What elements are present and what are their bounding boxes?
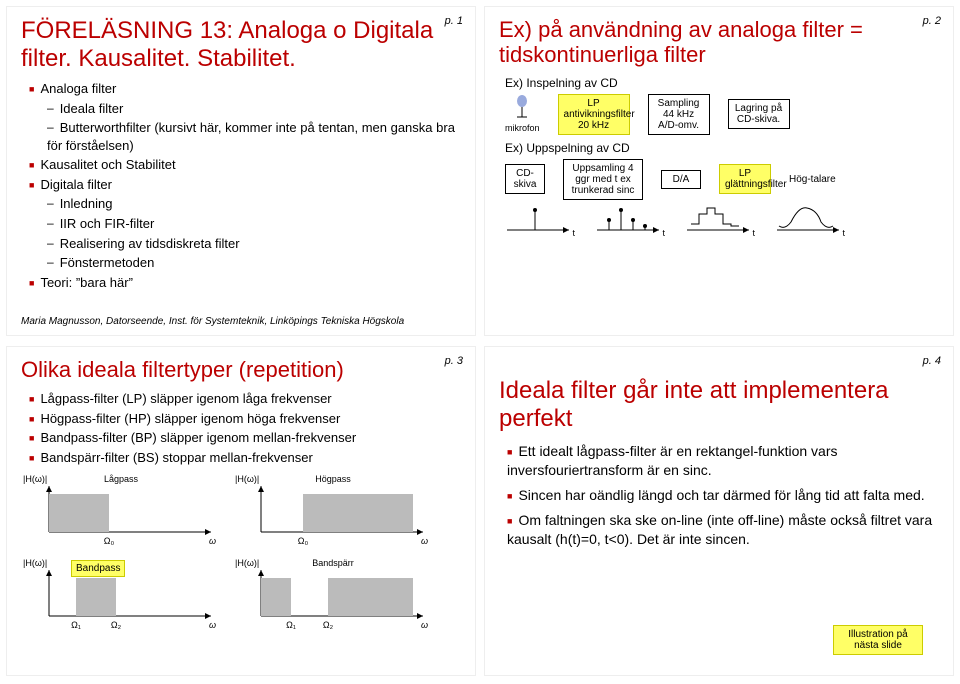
bandpass-label: Bandpass [71, 560, 125, 577]
slide-footer: Maria Magnusson, Datorseende, Inst. för … [21, 316, 404, 327]
svg-text:|H(ω)|: |H(ω)| [23, 474, 47, 484]
list-item: Butterworthfilter (kursivt här, kommer i… [47, 119, 461, 154]
slide-2: p. 2 Ex) på användning av analoga filter… [484, 6, 954, 336]
list-item: Högpass-filter (HP) släpper igenom höga … [29, 410, 461, 428]
svg-text:Ω₂: Ω₂ [111, 620, 122, 630]
list-item: IIR och FIR-filter [47, 215, 461, 233]
list-item: Inledning [47, 195, 461, 213]
svg-text:Bandspärr: Bandspärr [312, 558, 354, 568]
sampling-box: Sampling 44 kHz A/D-omv. [648, 94, 710, 135]
svg-text:ω: ω [209, 620, 216, 630]
playback-chain: CD-skiva Uppsamling 4 ggr med t ex trunk… [505, 159, 939, 200]
example-label: Ex) Uppspelning av CD [505, 141, 939, 155]
svg-text:Lågpass: Lågpass [104, 474, 139, 484]
page-number: p. 2 [923, 15, 941, 27]
list-item: Bandspärr-filter (BS) stoppar mellan-fre… [29, 449, 461, 467]
slide-title: FÖRELÄSNING 13: Analoga o Digitala filte… [21, 17, 461, 72]
highpass-chart: |H(ω)| Högpass Ω₀ ω [233, 472, 433, 550]
list-item: Kausalitet och Stabilitet [29, 156, 461, 174]
impulse-plot: t [505, 204, 575, 236]
filter-grid-2: |H(ω)| Ω₁ Ω₂ ω Bandpass |H(ω)| Bandspärr… [21, 556, 461, 634]
recording-chain: mikrofon LP antivikningsfilter 20 kHz Sa… [505, 94, 939, 135]
svg-text:|H(ω)|: |H(ω)| [235, 558, 259, 568]
list-item: Analoga filter Ideala filter Butterworth… [29, 80, 461, 154]
slide-title: Ex) på användning av analoga filter = ti… [499, 17, 939, 68]
svg-text:ω: ω [421, 536, 428, 546]
list-item: Lågpass-filter (LP) släpper igenom låga … [29, 390, 461, 408]
upsample-box: Uppsamling 4 ggr med t ex trunkerad sinc [563, 159, 643, 200]
list-item: Realisering av tidsdiskreta filter [47, 235, 461, 253]
svg-text:Ω₁: Ω₁ [286, 620, 296, 630]
list-item: Digitala filter Inledning IIR och FIR-fi… [29, 176, 461, 272]
svg-text:|H(ω)|: |H(ω)| [235, 474, 259, 484]
list-item: Ideala filter [47, 100, 461, 118]
slide-4: p. 4 Ideala filter går inte att implemen… [484, 346, 954, 676]
bullet-list: Analoga filter Ideala filter Butterworth… [29, 80, 461, 291]
impulse-row: t t t t [505, 204, 939, 236]
microphone-icon [513, 95, 531, 121]
lp-smooth-box: LP glättningsfilter [719, 164, 771, 194]
page-number: p. 3 [445, 355, 463, 367]
da-box: D/A [661, 170, 701, 189]
svg-text:Ω₀: Ω₀ [104, 536, 115, 546]
svg-text:|H(ω)|: |H(ω)| [23, 558, 47, 568]
page-number: p. 1 [445, 15, 463, 27]
mic-node: mikrofon [505, 95, 540, 133]
impulse-plot: t [775, 204, 845, 236]
impulse-plot: t [595, 204, 665, 236]
bandstop-chart: |H(ω)| Bandspärr Ω₁ Ω₂ ω [233, 556, 433, 634]
slide-title: Olika ideala filtertyper (repetition) [21, 357, 461, 382]
speaker-label: Hög-talare [789, 174, 836, 185]
lowpass-chart: |H(ω)| Lågpass Ω₀ ω [21, 472, 221, 550]
impulse-plot: t [685, 204, 755, 236]
svg-text:Högpass: Högpass [315, 474, 351, 484]
page-number: p. 4 [923, 355, 941, 367]
next-slide-note: Illustration på nästa slide [833, 625, 923, 655]
list-item: Fönstermetoden [47, 254, 461, 272]
bullet-list: Lågpass-filter (LP) släpper igenom låga … [29, 390, 461, 466]
storage-box: Lagring på CD-skiva. [728, 99, 790, 129]
list-item: Ett idealt lågpass-filter är en rektange… [507, 442, 939, 480]
svg-text:Ω₁: Ω₁ [71, 620, 81, 630]
slide-title: Ideala filter går inte att implementera … [499, 377, 939, 432]
example-label: Ex) Inspelning av CD [505, 76, 939, 90]
bullet-list: Ett idealt lågpass-filter är en rektange… [507, 442, 939, 548]
filter-grid: |H(ω)| Lågpass Ω₀ ω |H(ω)| Högpass Ω₀ ω [21, 472, 461, 550]
lp-antialias-box: LP antivikningsfilter 20 kHz [558, 94, 630, 135]
slide-3: p. 3 Olika ideala filtertyper (repetitio… [6, 346, 476, 676]
svg-text:Ω₂: Ω₂ [323, 620, 334, 630]
list-item: Sincen har oändlig längd och tar därmed … [507, 486, 939, 505]
svg-text:ω: ω [209, 536, 216, 546]
svg-text:ω: ω [421, 620, 428, 630]
svg-text:Ω₀: Ω₀ [298, 536, 309, 546]
list-item: Bandpass-filter (BP) släpper igenom mell… [29, 429, 461, 447]
list-item: Teori: ”bara här” [29, 274, 461, 292]
cd-box: CD-skiva [505, 164, 545, 194]
slide-1: p. 1 FÖRELÄSNING 13: Analoga o Digitala … [6, 6, 476, 336]
list-item: Om faltningen ska ske on-line (inte off-… [507, 511, 939, 549]
